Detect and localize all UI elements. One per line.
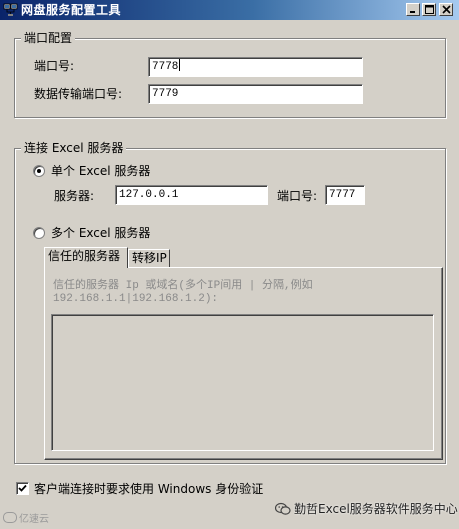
single-server-radio[interactable]	[33, 165, 45, 177]
watermark-right-text: 勤哲Excel服务器软件服务中心	[294, 502, 458, 516]
watermark-left: 亿速云	[3, 510, 49, 525]
server-label: 服务器:	[54, 189, 95, 203]
watermark-right: 勤哲Excel服务器软件服务中心	[274, 500, 458, 519]
maximize-button[interactable]	[422, 3, 436, 16]
text-caret	[179, 59, 181, 71]
server-port-value: 7777	[329, 189, 356, 201]
server-port-input[interactable]: 7777	[325, 185, 365, 205]
server-port-label: 端口号:	[277, 189, 318, 203]
tab-transfer-ip[interactable]: 转移IP	[128, 249, 170, 268]
multi-server-radio[interactable]	[33, 227, 45, 239]
watermark-left-text: 亿速云	[19, 514, 49, 525]
windows-auth-label[interactable]: 客户端连接时要求使用 Windows 身份验证	[34, 482, 263, 496]
minimize-icon	[410, 11, 415, 13]
port-input[interactable]: 7778	[148, 57, 363, 77]
port-input-value: 7778	[152, 61, 179, 73]
checkmark-icon	[18, 484, 27, 492]
single-server-label[interactable]: 单个 Excel 服务器	[51, 164, 150, 178]
port-label: 端口号:	[34, 59, 75, 73]
multi-server-label[interactable]: 多个 Excel 服务器	[51, 226, 150, 240]
tab-transfer-ip-label: 转移IP	[132, 251, 167, 265]
wechat-logo-icon	[274, 502, 291, 519]
data-port-input[interactable]: 7779	[148, 84, 363, 104]
data-port-label: 数据传输端口号:	[34, 87, 123, 101]
window-title: 网盘服务配置工具	[21, 3, 122, 17]
server-address-value: 127.0.0.1	[119, 189, 179, 201]
excel-server-title: 连接 Excel 服务器	[21, 141, 127, 155]
cloud-logo-icon	[3, 512, 17, 523]
port-config-title: 端口配置	[21, 31, 76, 45]
tab-trusted-servers[interactable]: 信任的服务器	[44, 247, 128, 268]
radio-selected-dot	[37, 169, 41, 173]
maximize-icon	[425, 5, 434, 14]
close-button[interactable]	[439, 3, 453, 16]
app-network-icon	[3, 2, 18, 17]
server-address-input[interactable]: 127.0.0.1	[115, 185, 268, 205]
windows-auth-checkbox[interactable]	[16, 482, 29, 495]
trusted-servers-textarea[interactable]	[51, 314, 434, 451]
data-port-input-value: 7779	[152, 88, 179, 100]
close-icon	[442, 5, 451, 14]
title-bar[interactable]: 网盘服务配置工具	[0, 0, 459, 20]
trusted-servers-hint-line2: 192.168.1.1|192.168.1.2):	[53, 293, 219, 305]
app-window: 网盘服务配置工具 端口配置 端口号: 7778 数据传输端口号: 7779 连接…	[0, 0, 459, 529]
tab-trusted-servers-label: 信任的服务器	[48, 249, 121, 263]
port-config-group: 端口配置	[14, 31, 446, 118]
trusted-servers-hint-line1: 信任的服务器 Ip 或域名(多个IP间用 | 分隔,例如	[53, 280, 313, 292]
minimize-button[interactable]	[406, 3, 420, 16]
